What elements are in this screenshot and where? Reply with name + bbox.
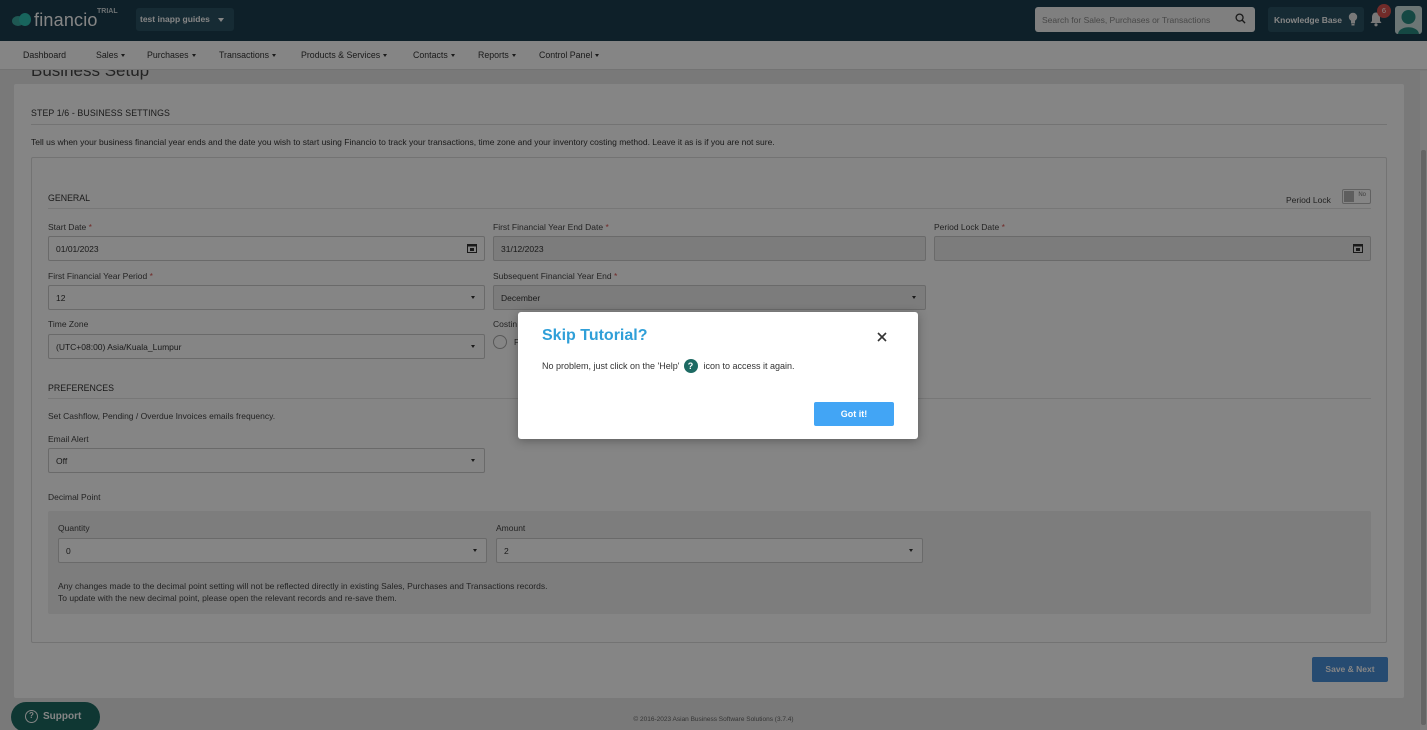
dialog-text-before: No problem, just click on the 'Help' [542, 361, 680, 371]
dialog-message: No problem, just click on the 'Help' ? i… [542, 359, 795, 373]
dialog-text-after: icon to access it again. [703, 361, 795, 371]
close-icon [877, 332, 887, 342]
got-it-button[interactable]: Got it! [814, 402, 894, 426]
dialog-title: Skip Tutorial? [542, 327, 648, 344]
close-button[interactable] [875, 330, 889, 344]
skip-tutorial-dialog: Skip Tutorial? No problem, just click on… [518, 312, 918, 439]
help-icon: ? [683, 359, 698, 373]
